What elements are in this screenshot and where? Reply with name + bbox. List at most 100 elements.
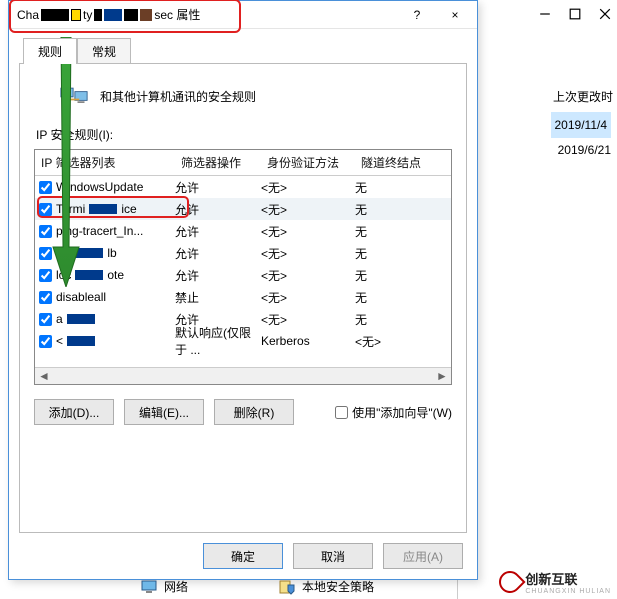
close-button[interactable]: × — [441, 5, 469, 25]
add-button[interactable]: 添加(D)... — [34, 399, 114, 425]
row-auth: <无> — [261, 223, 355, 240]
row-tunnel: 无 — [355, 201, 449, 218]
row-checkbox[interactable] — [39, 225, 52, 238]
help-button[interactable]: ? — [403, 5, 431, 25]
row-auth: Kerberos — [261, 334, 355, 348]
apply-button[interactable]: 应用(A) — [383, 543, 463, 569]
row-tunnel: 无 — [355, 245, 449, 262]
redacted-block — [67, 314, 95, 324]
row-name: loc — [56, 268, 71, 282]
row-action: 允许 — [175, 267, 261, 284]
list-rows: WindowsUpdate允许<无>无Termiice允许<无>无ping-tr… — [35, 176, 451, 366]
dialog-titlebar: Cha ty sec 属性 ? × — [9, 1, 477, 29]
wizard-checkbox-input[interactable] — [335, 406, 348, 419]
ipsec-properties-dialog: Cha ty sec 属性 ? × 规则 常规 和其他 — [8, 0, 478, 580]
ip-rules-label: IP 安全规则(I): — [36, 126, 452, 143]
row-name: loc — [56, 246, 71, 260]
background-window: 上次更改时 2019/11/4 2019/6/21 — [457, 0, 617, 599]
redacted-block — [104, 9, 122, 21]
edit-button[interactable]: 编辑(E)... — [124, 399, 204, 425]
bg-date-list: 2019/11/4 2019/6/21 — [551, 112, 612, 162]
bottom-strip: 网络 本地安全策略 — [140, 578, 374, 595]
row-tunnel: 无 — [355, 267, 449, 284]
row-tunnel: <无> — [355, 333, 449, 350]
use-wizard-checkbox[interactable]: 使用"添加向导"(W) — [335, 404, 452, 421]
row-action: 允许 — [175, 223, 261, 240]
bg-column-header: 上次更改时 — [553, 88, 613, 105]
row-tunnel: 无 — [355, 311, 449, 328]
bg-date-row[interactable]: 2019/11/4 — [551, 112, 612, 138]
network-icon — [140, 579, 158, 595]
row-action: 禁止 — [175, 289, 261, 306]
row-auth: <无> — [261, 289, 355, 306]
row-checkbox[interactable] — [39, 181, 52, 194]
bg-date-row[interactable]: 2019/6/21 — [551, 138, 612, 162]
tab-rules[interactable]: 规则 — [23, 38, 77, 64]
col-filter-action[interactable]: 筛选器操作 — [175, 150, 261, 175]
row-name: disableall — [56, 290, 106, 304]
row-auth: <无> — [261, 201, 355, 218]
row-name: Termi — [56, 202, 85, 216]
col-tunnel-endpoint[interactable]: 隧道终结点 — [355, 150, 449, 175]
redacted-block — [89, 204, 117, 214]
row-name: ping-tracert_In... — [56, 224, 143, 238]
tab-body: 和其他计算机通讯的安全规则 IP 安全规则(I): IP 筛选器列表 筛选器操作… — [19, 63, 467, 533]
col-filter-list[interactable]: IP 筛选器列表 — [35, 150, 175, 175]
row-auth: <无> — [261, 311, 355, 328]
redacted-block — [75, 248, 103, 258]
table-row[interactable]: loclb允许<无>无 — [35, 242, 451, 264]
local-security-policy-item[interactable]: 本地安全策略 — [278, 578, 374, 595]
row-checkbox[interactable] — [39, 203, 52, 216]
row-checkbox[interactable] — [39, 247, 52, 260]
col-auth-method[interactable]: 身份验证方法 — [261, 150, 355, 175]
scroll-right-icon[interactable]: ► — [435, 369, 449, 383]
row-name: a — [56, 312, 63, 326]
row-tunnel: 无 — [355, 289, 449, 306]
row-name: < — [56, 334, 63, 348]
scroll-left-icon[interactable]: ◄ — [37, 369, 51, 383]
redacted-block — [41, 9, 69, 21]
dialog-footer-buttons: 确定 取消 应用(A) — [203, 543, 463, 569]
tab-general[interactable]: 常规 — [77, 38, 131, 64]
table-row[interactable]: disableall 禁止<无>无 — [35, 286, 451, 308]
row-checkbox[interactable] — [39, 269, 52, 282]
ok-button[interactable]: 确定 — [203, 543, 283, 569]
tab-strip: 规则 常规 — [9, 37, 477, 63]
table-row[interactable]: Termiice允许<无>无 — [35, 198, 451, 220]
rules-description: 和其他计算机通讯的安全规则 — [100, 88, 256, 105]
table-row[interactable]: locote允许<无>无 — [35, 264, 451, 286]
row-action: 默认响应(仅限于 ... — [175, 324, 261, 358]
maximize-icon[interactable] — [569, 8, 581, 23]
remove-button[interactable]: 删除(R) — [214, 399, 294, 425]
table-row[interactable]: ping-tracert_In... 允许<无>无 — [35, 220, 451, 242]
row-action: 允许 — [175, 245, 261, 262]
row-auth: <无> — [261, 179, 355, 196]
row-tunnel: 无 — [355, 223, 449, 240]
row-tunnel: 无 — [355, 179, 449, 196]
table-row[interactable]: WindowsUpdate 允许<无>无 — [35, 176, 451, 198]
row-checkbox[interactable] — [39, 335, 52, 348]
row-name: WindowsUpdate — [56, 180, 143, 194]
row-action: 允许 — [175, 179, 261, 196]
minimize-icon[interactable] — [539, 8, 551, 23]
redacted-block — [75, 270, 103, 280]
redacted-block — [124, 9, 138, 21]
row-checkbox[interactable] — [39, 291, 52, 304]
row-action: 允许 — [175, 201, 261, 218]
redacted-block — [94, 9, 102, 21]
close-icon[interactable] — [599, 8, 611, 23]
computers-icon — [60, 84, 88, 108]
ip-rules-listbox: IP 筛选器列表 筛选器操作 身份验证方法 隧道终结点 WindowsUpdat… — [34, 149, 452, 385]
row-checkbox[interactable] — [39, 313, 52, 326]
cancel-button[interactable]: 取消 — [293, 543, 373, 569]
row-auth: <无> — [261, 267, 355, 284]
dialog-title: Cha ty sec 属性 — [17, 6, 200, 23]
network-item[interactable]: 网络 — [140, 578, 188, 595]
horizontal-scrollbar[interactable]: ◄ ► — [35, 367, 451, 384]
list-header: IP 筛选器列表 筛选器操作 身份验证方法 隧道终结点 — [35, 150, 451, 176]
table-row[interactable]: <默认响应(仅限于 ...Kerberos<无> — [35, 330, 451, 352]
logo-mark-icon — [495, 566, 526, 597]
row-auth: <无> — [261, 245, 355, 262]
shield-icon — [278, 579, 296, 595]
redacted-block — [67, 336, 95, 346]
